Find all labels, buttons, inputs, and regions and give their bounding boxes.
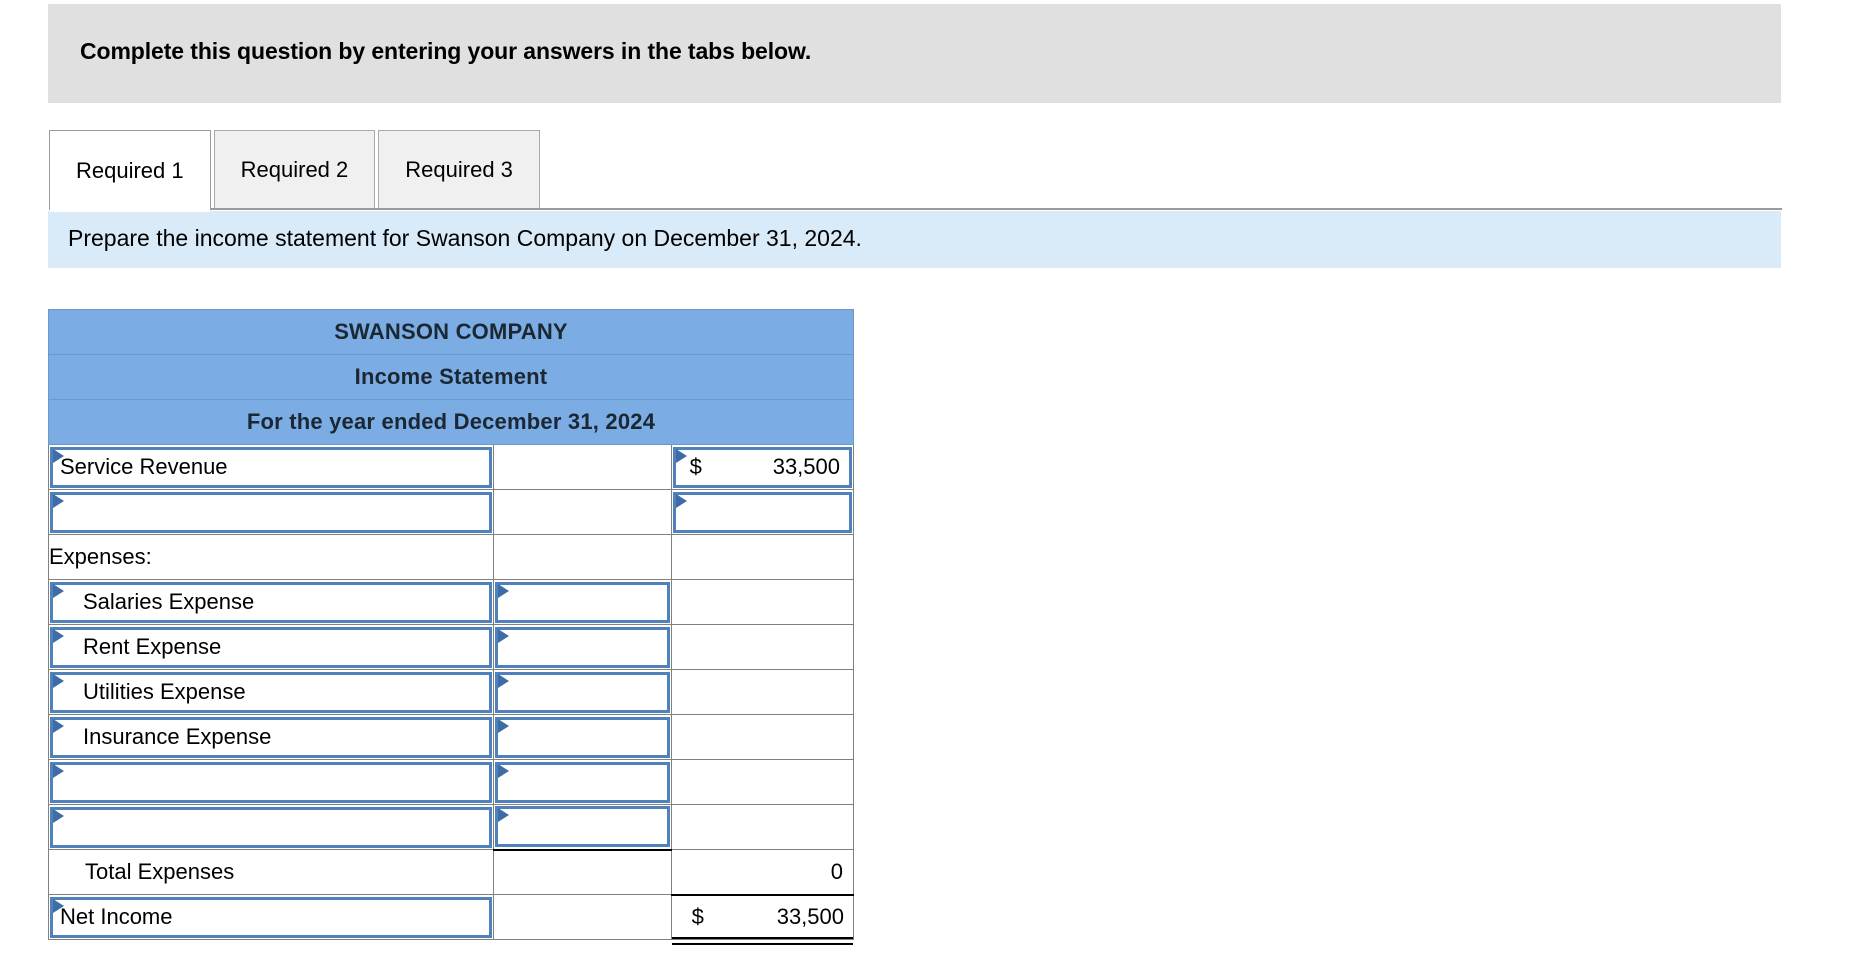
table-row: Insurance Expense: [47, 714, 855, 760]
table-row: Service Revenue $ 33,500: [47, 444, 855, 490]
middle-cell-blank-revenue: [493, 489, 672, 535]
total-expenses-amount: 0: [670, 849, 855, 895]
value-cell-blank-expense-2: [670, 804, 855, 850]
table-row: Expenses:: [47, 534, 855, 580]
worksheet-company-name: SWANSON COMPANY: [48, 309, 854, 355]
net-income-account-input[interactable]: Net Income: [50, 896, 493, 938]
service-revenue-amount: 33,500: [772, 454, 840, 479]
rent-expense-account-input[interactable]: Rent Expense: [50, 626, 493, 668]
value-cell-rent-expense: [670, 624, 855, 670]
account-label-cell-blank-expense-2[interactable]: [47, 804, 495, 850]
middle-cell-insurance-expense[interactable]: [493, 714, 672, 760]
tab-required-2-label: Required 2: [240, 156, 349, 182]
value-cell-utilities-expense: [670, 669, 855, 715]
value-cell-blank-revenue[interactable]: [670, 489, 855, 535]
salaries-expense-amount-input[interactable]: [495, 581, 670, 623]
worksheet-period: For the year ended December 31, 2024: [48, 399, 854, 445]
account-label-cell-blank-revenue[interactable]: [47, 489, 495, 535]
value-cell-blank-expense-1: [670, 759, 855, 805]
value-cell-salaries-expense: [670, 579, 855, 625]
expenses-heading-label: Expenses:: [47, 534, 495, 580]
blank-expense-1-amount-input[interactable]: [495, 761, 670, 803]
value-cell-insurance-expense: [670, 714, 855, 760]
utilities-expense-account-text: Utilities Expense: [83, 679, 246, 704]
tab-required-3-label: Required 3: [405, 156, 513, 182]
blank-expense-2-account-input[interactable]: [50, 806, 493, 848]
middle-cell-blank-expense-1[interactable]: [493, 759, 672, 805]
middle-cell-blank-expense-2[interactable]: [493, 804, 672, 850]
middle-cell-salaries-expense[interactable]: [493, 579, 672, 625]
net-income-account-text: Net Income: [60, 904, 173, 929]
net-income-double-underline: [671, 937, 853, 945]
service-revenue-currency-symbol: $: [689, 454, 702, 479]
account-label-cell-service-revenue[interactable]: Service Revenue: [47, 444, 495, 490]
salaries-expense-account-input[interactable]: Salaries Expense: [50, 581, 493, 623]
worksheet-title-row-period: For the year ended December 31, 2024: [48, 399, 854, 445]
insurance-expense-account-text: Insurance Expense: [83, 724, 272, 749]
question-instruction-bar: Complete this question by entering your …: [48, 4, 1781, 103]
tab-required-1-label: Required 1: [76, 157, 184, 183]
blank-revenue-amount-input[interactable]: [672, 491, 852, 533]
tab-bar: Required 1 Required 2 Required 3: [49, 130, 540, 212]
net-income-amount: 33,500: [776, 904, 844, 930]
table-row: Salaries Expense: [47, 579, 855, 625]
blank-expense-1-account-input[interactable]: [50, 761, 493, 803]
utilities-expense-amount-input[interactable]: [495, 671, 670, 713]
table-row: [47, 489, 855, 535]
table-row: Net Income $ 33,500: [47, 893, 855, 945]
worksheet-title-row-company: SWANSON COMPANY: [48, 309, 854, 355]
account-label-cell-insurance-expense[interactable]: Insurance Expense: [47, 714, 495, 760]
service-revenue-account-text: Service Revenue: [60, 454, 228, 479]
value-cell-net-income: $ 33,500: [670, 893, 855, 945]
middle-cell-utilities-expense[interactable]: [493, 669, 672, 715]
total-expenses-label: Total Expenses: [47, 849, 495, 895]
table-row: Total Expenses 0: [47, 848, 855, 895]
account-label-cell-salaries-expense[interactable]: Salaries Expense: [47, 579, 495, 625]
account-label-cell-net-income[interactable]: Net Income: [47, 894, 495, 940]
requirement-banner: Prepare the income statement for Swanson…: [48, 211, 1781, 268]
rent-expense-account-text: Rent Expense: [83, 634, 222, 659]
rent-expense-amount-input[interactable]: [495, 626, 670, 668]
tab-required-3[interactable]: Required 3: [378, 130, 540, 208]
middle-cell-total-expenses: [493, 848, 672, 895]
insurance-expense-amount-input[interactable]: [495, 716, 670, 758]
middle-cell-rent-expense[interactable]: [493, 624, 672, 670]
value-cell-service-revenue[interactable]: $ 33,500: [670, 444, 855, 490]
account-label-cell-blank-expense-1[interactable]: [47, 759, 495, 805]
table-row: Utilities Expense: [47, 669, 855, 715]
tab-required-2[interactable]: Required 2: [213, 130, 376, 208]
account-label-cell-rent-expense[interactable]: Rent Expense: [47, 624, 495, 670]
service-revenue-amount-input[interactable]: $ 33,500: [672, 446, 852, 488]
tab-strip-divider: [49, 208, 1782, 210]
middle-cell-expenses-heading: [493, 534, 672, 580]
utilities-expense-account-input[interactable]: Utilities Expense: [50, 671, 493, 713]
table-row: [47, 759, 855, 805]
account-label-cell-utilities-expense[interactable]: Utilities Expense: [47, 669, 495, 715]
tab-required-1[interactable]: Required 1: [49, 130, 211, 212]
value-cell-expenses-heading: [670, 534, 855, 580]
worksheet-title-row-statement: Income Statement: [48, 354, 854, 400]
requirement-banner-text: Prepare the income statement for Swanson…: [68, 225, 862, 251]
service-revenue-account-input[interactable]: Service Revenue: [50, 446, 493, 488]
table-row: Rent Expense: [47, 624, 855, 670]
question-instruction-text: Complete this question by entering your …: [80, 38, 812, 64]
middle-cell-net-income: [493, 894, 672, 940]
blank-expense-2-amount-input[interactable]: [495, 806, 670, 848]
blank-revenue-account-input[interactable]: [50, 491, 493, 533]
salaries-expense-account-text: Salaries Expense: [83, 589, 255, 614]
middle-cell-service-revenue: [493, 444, 672, 490]
worksheet-statement-name: Income Statement: [48, 354, 854, 400]
insurance-expense-account-input[interactable]: Insurance Expense: [50, 716, 493, 758]
net-income-currency-symbol: $: [691, 904, 704, 930]
income-statement-worksheet: SWANSON COMPANY Income Statement For the…: [47, 309, 855, 945]
table-row: [47, 804, 855, 850]
